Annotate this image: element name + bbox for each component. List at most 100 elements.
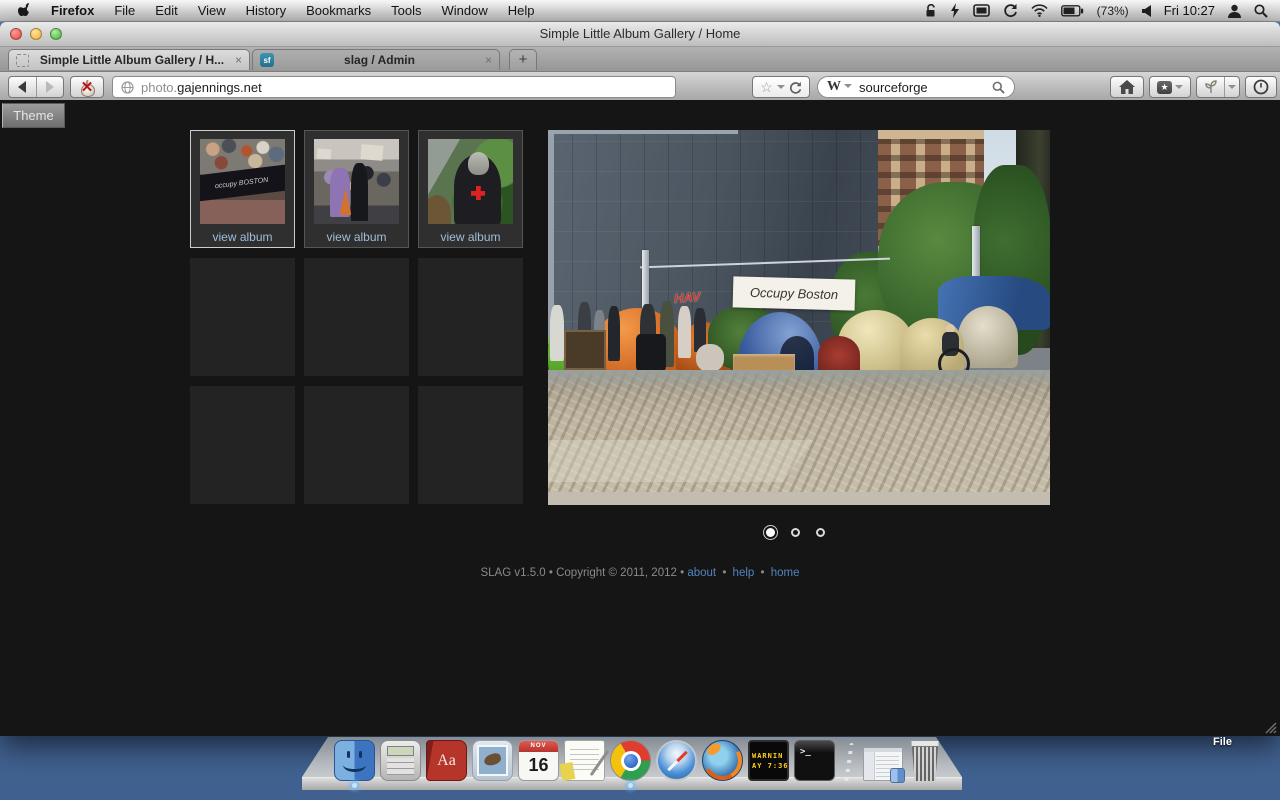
window-title: Simple Little Album Gallery / Home: [0, 22, 1280, 46]
tab-close-icon[interactable]: ×: [235, 53, 242, 67]
tab-gallery[interactable]: Simple Little Album Gallery / H... ×: [8, 49, 250, 70]
finder-dock-icon[interactable]: [334, 740, 375, 781]
finder-eye: [347, 751, 350, 758]
history-clock-button[interactable]: [1245, 76, 1277, 98]
sprout-icon: [1204, 80, 1218, 94]
forward-button[interactable]: [36, 77, 64, 97]
footer-separator: •: [719, 567, 729, 579]
reload-icon[interactable]: [789, 81, 802, 94]
pagination-dot[interactable]: [791, 528, 800, 537]
protest-sign: [360, 144, 383, 161]
menu-item-firefox[interactable]: Firefox: [41, 3, 104, 18]
view-album-link[interactable]: view album: [419, 230, 522, 244]
textedit-dock-icon[interactable]: [564, 740, 605, 781]
album-cell-2[interactable]: view album: [304, 130, 409, 248]
menu-item-view[interactable]: View: [188, 3, 236, 18]
user-icon[interactable]: [1228, 4, 1241, 18]
person: [550, 305, 564, 361]
menu-item-bookmarks[interactable]: Bookmarks: [296, 3, 381, 18]
album-thumbnail-occupy-banner[interactable]: occupy BOSTON: [200, 139, 285, 224]
red-tent: [818, 336, 860, 374]
volume-muted-icon[interactable]: [1142, 5, 1151, 17]
battery-icon[interactable]: [1061, 5, 1084, 17]
led-line-2: AY 7:36: [752, 762, 787, 770]
volume-glyph: [1142, 5, 1151, 17]
back-button[interactable]: [9, 77, 36, 97]
pagination-dot[interactable]: [816, 528, 825, 537]
menu-item-window[interactable]: Window: [432, 3, 498, 18]
menu-item-help[interactable]: Help: [498, 3, 545, 18]
window-titlebar[interactable]: Simple Little Album Gallery / Home: [0, 22, 1280, 47]
album-cell-1[interactable]: occupy BOSTON view album: [190, 130, 295, 248]
browser-window: Simple Little Album Gallery / Home Simpl…: [0, 22, 1280, 736]
battery-percent[interactable]: (73%): [1097, 4, 1129, 18]
trash-dock-icon[interactable]: [908, 741, 942, 781]
search-go-icon[interactable]: [992, 81, 1005, 94]
footer-link-help[interactable]: help: [733, 567, 755, 579]
view-album-link[interactable]: view album: [305, 230, 408, 244]
lock-open-glyph: [925, 4, 937, 18]
tor-toggle-button[interactable]: ✕: [70, 76, 104, 98]
mail-dock-icon[interactable]: [472, 740, 513, 781]
empty-album-cell: [418, 258, 523, 376]
display-icon[interactable]: [973, 4, 990, 17]
menu-bar-left: Firefox File Edit View History Bookmarks…: [8, 3, 545, 18]
url-bar[interactable]: photo.gajennings.net: [112, 76, 676, 98]
footer-link-home[interactable]: home: [771, 567, 800, 579]
bookmarks-panel-button[interactable]: ★: [1149, 76, 1191, 98]
battery-glyph: [1061, 5, 1084, 17]
menu-item-tools[interactable]: Tools: [381, 3, 431, 18]
search-bar[interactable]: W sourceforge: [817, 76, 1015, 98]
tab-bar: Simple Little Album Gallery / H... × sf …: [0, 47, 1280, 72]
search-engine-dropdown-icon[interactable]: [844, 84, 852, 92]
search-engine-icon[interactable]: W: [827, 79, 841, 95]
close-window-button[interactable]: [10, 28, 22, 40]
chrome-dock-icon[interactable]: [610, 740, 651, 781]
resize-grip[interactable]: [1261, 718, 1277, 734]
lock-open-icon[interactable]: [925, 4, 937, 18]
bookmark-star-icon[interactable]: ☆: [760, 80, 773, 94]
album-cell-3[interactable]: view album: [418, 130, 523, 248]
vidalia-dropdown-button[interactable]: [1224, 77, 1239, 97]
led-ticker-dock-icon[interactable]: WARNIN AY 7:36: [748, 740, 789, 781]
calculator-dock-icon[interactable]: [380, 740, 421, 781]
red-sign-text: HAV: [674, 289, 701, 306]
home-button[interactable]: [1110, 76, 1144, 98]
menu-item-edit[interactable]: Edit: [145, 3, 187, 18]
desktop-file-label[interactable]: File: [1213, 736, 1232, 748]
album-thumbnail-march[interactable]: [314, 139, 399, 224]
theme-button[interactable]: Theme: [2, 103, 65, 128]
album-thumbnail-masked-medic[interactable]: [428, 139, 513, 224]
menu-item-file[interactable]: File: [104, 3, 145, 18]
spotlight-search-icon[interactable]: [1254, 4, 1268, 18]
wifi-icon[interactable]: [1031, 4, 1048, 17]
safari-dock-icon[interactable]: [656, 740, 697, 781]
home-icon: [1119, 80, 1135, 94]
vidalia-sprout-button[interactable]: [1197, 77, 1224, 97]
forward-arrow-icon: [46, 81, 54, 93]
url-dropdown-icon[interactable]: [777, 85, 785, 93]
menu-clock[interactable]: Fri 10:27: [1164, 3, 1215, 18]
dictionary-dock-icon[interactable]: Aa: [426, 740, 467, 781]
terminal-dock-icon[interactable]: >_: [794, 740, 835, 781]
new-tab-button[interactable]: +: [509, 49, 537, 70]
tab-slag-admin[interactable]: sf slag / Admin ×: [252, 49, 500, 70]
sync-icon[interactable]: [1003, 3, 1018, 18]
view-album-link[interactable]: view album: [191, 230, 294, 244]
apple-menu[interactable]: [8, 3, 41, 18]
firefox-dock-icon[interactable]: [702, 740, 743, 781]
zoom-window-button[interactable]: [50, 28, 62, 40]
calendar-dock-icon[interactable]: NOV 16: [518, 740, 559, 781]
menu-item-history[interactable]: History: [236, 3, 296, 18]
tab-close-icon[interactable]: ×: [485, 53, 492, 67]
nav-history-group: [8, 76, 64, 98]
occupy-boston-banner: Occupy Boston: [733, 276, 856, 310]
safari-needle: [667, 750, 688, 771]
search-value[interactable]: sourceforge: [859, 80, 928, 95]
minimized-window-dock-icon[interactable]: [863, 747, 903, 781]
bolt-icon[interactable]: [950, 3, 960, 18]
minimize-window-button[interactable]: [30, 28, 42, 40]
footer-link-about[interactable]: about: [687, 567, 716, 579]
pagination-dot-active[interactable]: [766, 528, 775, 537]
slideshow-photo-occupy-boston[interactable]: Occupy Boston HAV: [548, 130, 1050, 505]
